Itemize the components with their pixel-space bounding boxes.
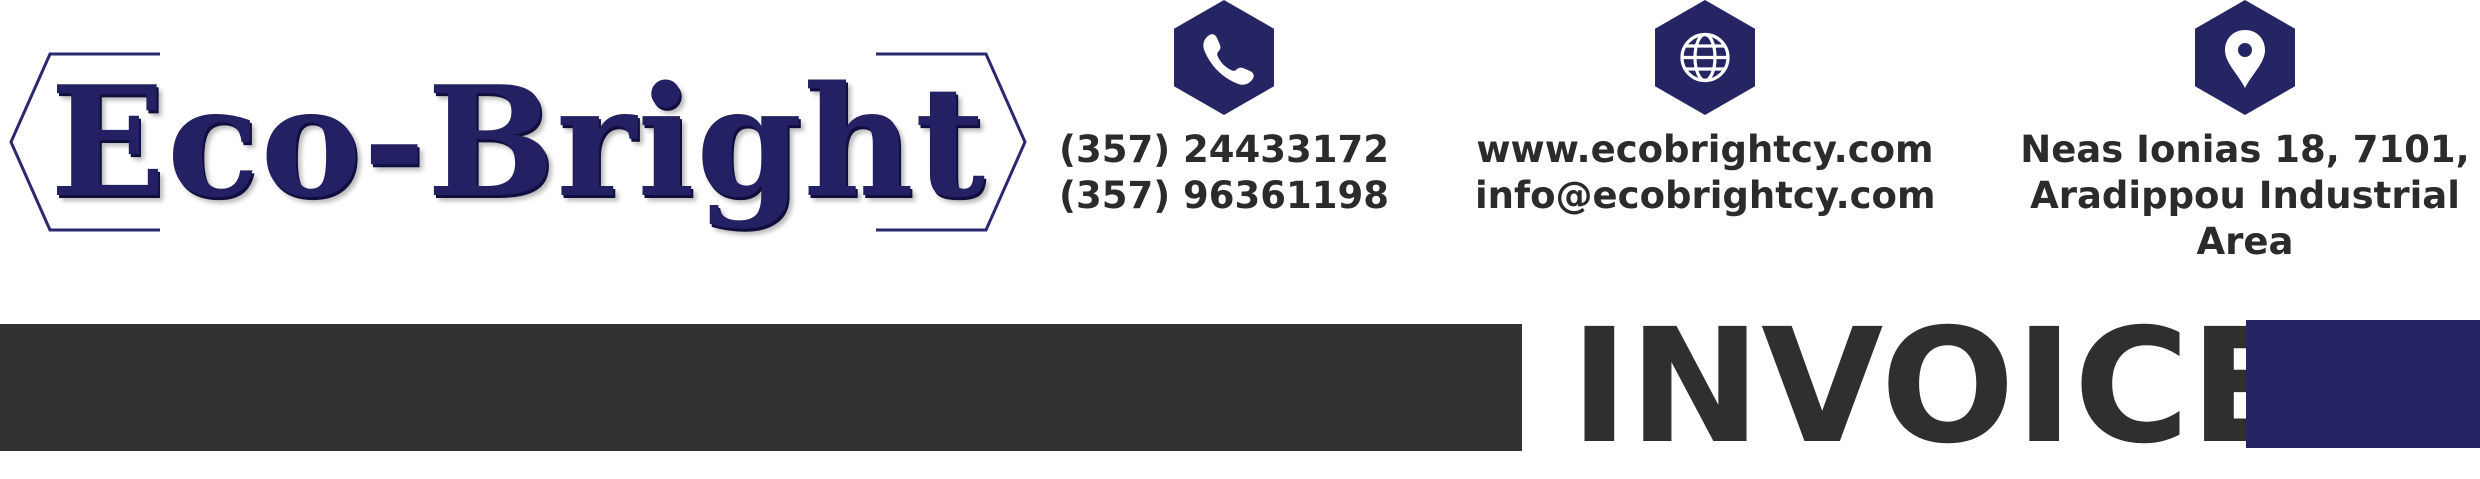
contact-address: Neas Ionias 18, 7101, Aradippou Industri… <box>2015 0 2475 265</box>
phone-icon <box>1174 0 1274 115</box>
contact-phone: (357) 24433172 (357) 96361198 <box>994 0 1454 219</box>
header-dark-bar <box>0 324 1522 451</box>
email-link[interactable]: info@ecobrightcy.com <box>1475 173 1936 219</box>
header-accent-block <box>2246 320 2480 448</box>
website-link[interactable]: www.ecobrightcy.com <box>1475 127 1935 173</box>
company-logo: Eco-Bright <box>8 48 1028 236</box>
map-pin-icon <box>2195 0 2295 115</box>
address-line-3: Area <box>2196 220 2294 263</box>
phone-number-2[interactable]: (357) 96361198 <box>994 173 1454 219</box>
address-line-1: Neas Ionias 18, 7101, <box>2020 128 2470 171</box>
company-name: Eco-Bright <box>49 52 987 231</box>
phone-number-1[interactable]: (357) 24433172 <box>994 127 1454 173</box>
address-line-2: Aradippou Industrial <box>2030 174 2460 217</box>
invoice-title: INVOICE <box>1570 295 2298 479</box>
globe-icon <box>1655 0 1755 115</box>
contact-web: www.ecobrightcy.com info@ecobrightcy.com <box>1475 0 1936 219</box>
